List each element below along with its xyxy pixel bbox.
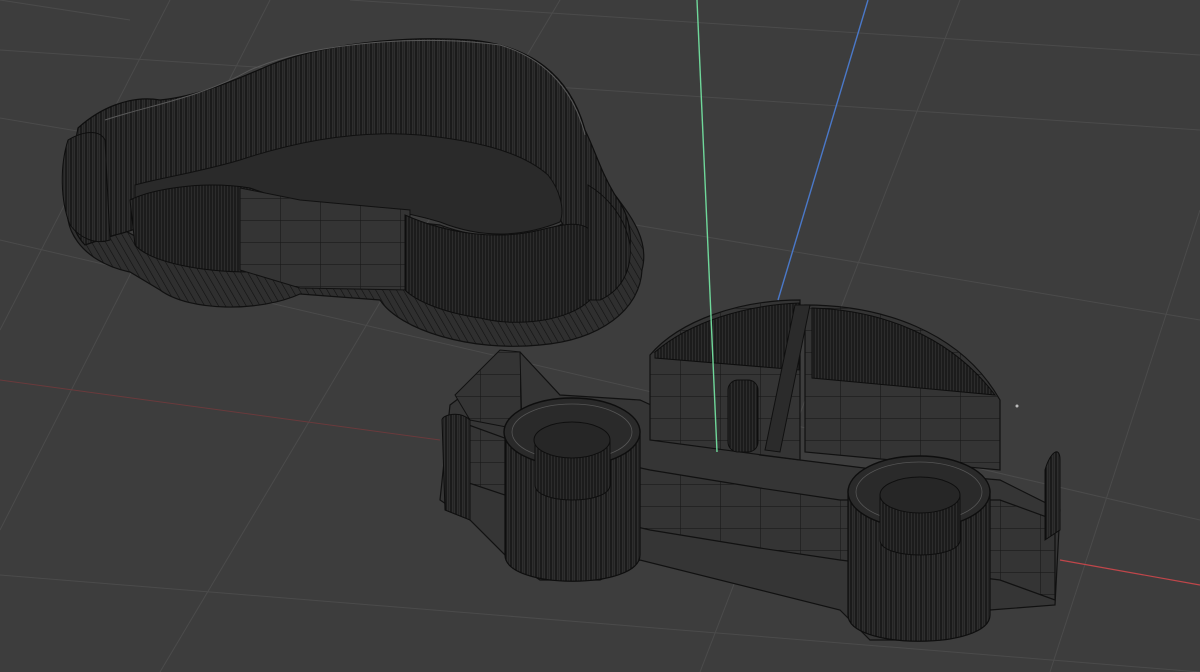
x-axis-line-left <box>0 379 441 441</box>
3d-viewport[interactable] <box>0 0 1200 672</box>
cookie-cutter-car-body[interactable] <box>439 299 1061 642</box>
z-axis-line <box>777 0 869 301</box>
pivot-point[interactable] <box>1015 404 1019 408</box>
x-axis-line <box>1059 559 1200 586</box>
front-wheel-ring <box>847 455 991 642</box>
rear-wheel-ring <box>503 397 641 582</box>
cookie-cutter-outline[interactable] <box>61 38 645 347</box>
